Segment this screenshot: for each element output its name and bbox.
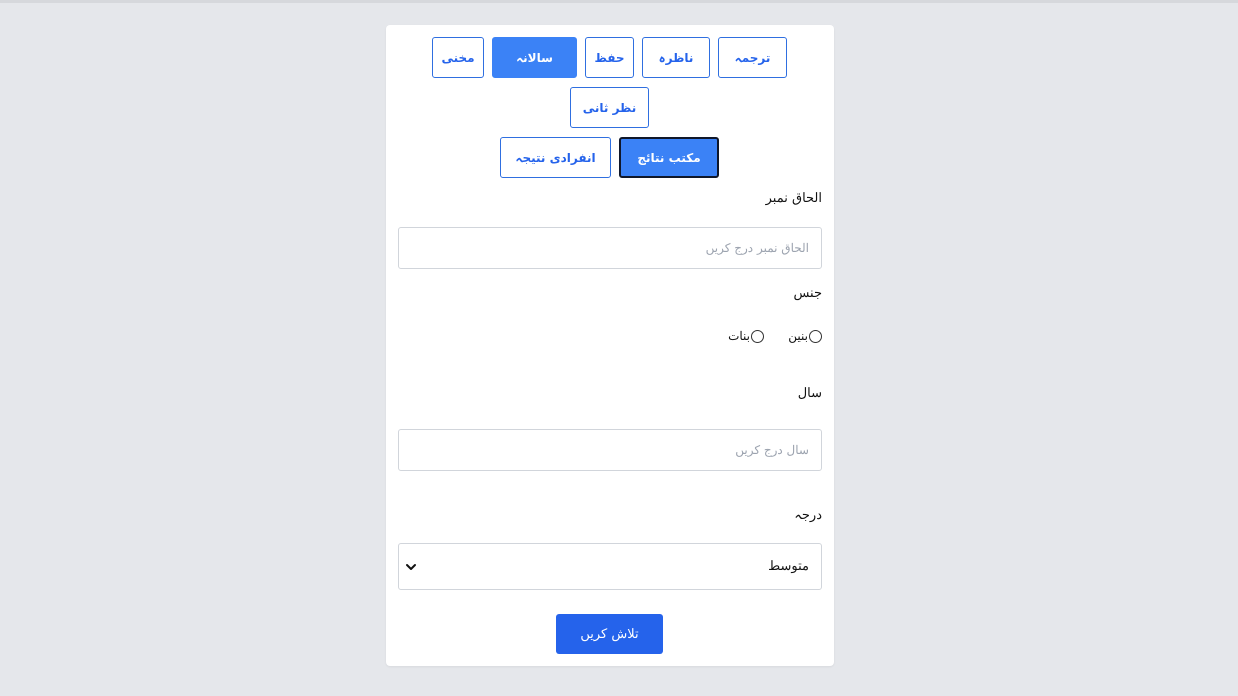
tab-hifz[interactable]: حفظ	[585, 37, 634, 78]
radio-boys-label: بنین	[788, 329, 808, 343]
tab-nazira[interactable]: ناظرہ	[642, 37, 710, 78]
year-input[interactable]	[398, 429, 822, 471]
radio-girls[interactable]: بنات	[728, 329, 764, 343]
radio-girls-label: بنات	[728, 329, 750, 343]
level-select-value: متوسط	[768, 559, 809, 574]
tab-annual[interactable]: سالانہ	[492, 37, 577, 78]
chevron-down-icon	[406, 563, 416, 570]
tab-makhfi[interactable]: مخنی	[432, 37, 484, 78]
tab-translation[interactable]: ترجمہ	[718, 37, 787, 78]
radio-boys[interactable]: بنین	[788, 329, 822, 343]
radio-girls-circle[interactable]	[751, 329, 764, 343]
search-button[interactable]: تلاش کریں	[556, 614, 663, 654]
gender-label: جنس	[793, 286, 822, 301]
top-shade	[0, 0, 1238, 3]
tab-individual-result[interactable]: انفرادی نتیجہ	[500, 137, 611, 178]
tab-review[interactable]: نظر ثانی	[570, 87, 649, 128]
admission-number-label: الحاق نمبر	[765, 191, 822, 206]
admission-number-input[interactable]	[398, 227, 822, 269]
tab-school-results[interactable]: مکتب نتائج	[619, 137, 719, 178]
level-label: درجہ	[794, 508, 822, 523]
level-select[interactable]: متوسط	[398, 543, 822, 590]
search-card: ترجمہ ناظرہ حفظ سالانہ مخنی نظر ثانی مکت…	[386, 25, 834, 666]
year-label: سال	[797, 386, 822, 401]
radio-boys-circle[interactable]	[809, 329, 822, 343]
